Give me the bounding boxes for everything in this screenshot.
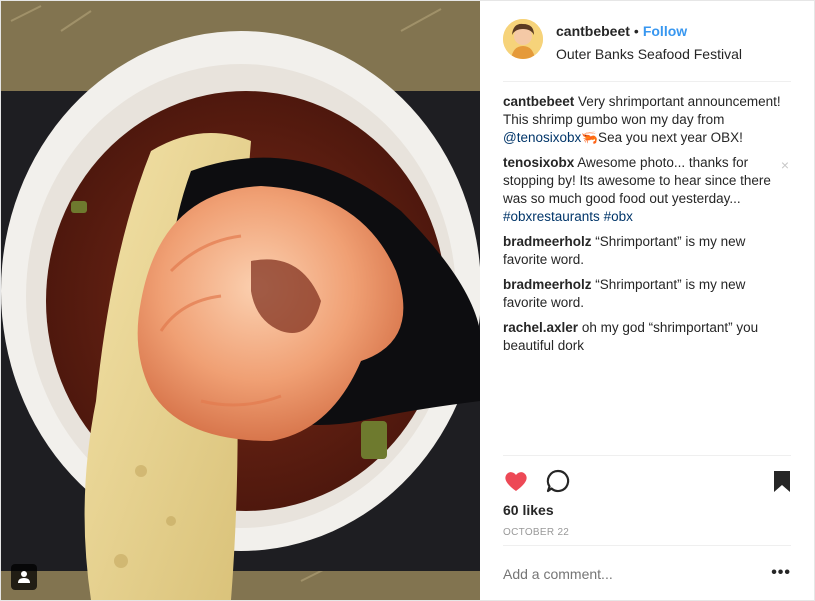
user-tag-button[interactable] <box>11 564 37 590</box>
follow-button[interactable]: Follow <box>643 23 687 39</box>
post-photo[interactable] <box>1 1 480 600</box>
comment-item: cantbebeet Very shrimportant announcemen… <box>503 93 791 147</box>
comment-icon[interactable] <box>545 468 571 494</box>
delete-comment-icon[interactable]: × <box>781 156 789 174</box>
comment-item: rachel.axler oh my god “shrimportant” yo… <box>503 319 791 355</box>
comment-item: tenosixobx Awesome photo... thanks for s… <box>503 154 791 226</box>
comment-username[interactable]: bradmeerholz <box>503 277 592 292</box>
separator-dot: • <box>633 23 639 39</box>
heart-icon[interactable] <box>503 468 529 494</box>
comment-username[interactable]: bradmeerholz <box>503 234 592 249</box>
comment-item: bradmeerholz “Shrimportant” is my new fa… <box>503 276 791 312</box>
post-actions: 60 likes OCTOBER 22 <box>503 455 791 546</box>
hashtag-link[interactable]: #obxrestaurants <box>503 209 600 224</box>
post-location[interactable]: Outer Banks Seafood Festival <box>556 46 742 62</box>
add-comment-bar: ••• <box>503 545 791 600</box>
shrimp-gumbo-photo <box>1 1 480 600</box>
comment-username[interactable]: rachel.axler <box>503 320 578 335</box>
user-tag-icon <box>18 571 30 583</box>
post-header: cantbebeet • Follow Outer Banks Seafood Fe… <box>503 19 791 82</box>
comment-item: bradmeerholz “Shrimportant” is my new fa… <box>503 233 791 269</box>
comment-username[interactable]: tenosixobx <box>503 155 574 170</box>
hashtag-link[interactable]: #obx <box>604 209 633 224</box>
comments-list: cantbebeet Very shrimportant announcemen… <box>503 93 791 362</box>
mention-link[interactable]: @tenosixobx <box>503 130 581 145</box>
comment-text: 🦐Sea you next year OBX! <box>581 130 743 145</box>
post-date[interactable]: OCTOBER 22 <box>503 527 569 538</box>
post-modal: cantbebeet • Follow Outer Banks Seafood Fe… <box>0 0 815 601</box>
post-username[interactable]: cantbebeet <box>556 23 630 39</box>
likes-count[interactable]: 60 likes <box>503 502 554 518</box>
add-comment-input[interactable] <box>503 566 743 582</box>
post-side-panel: cantbebeet • Follow Outer Banks Seafood Fe… <box>481 1 814 600</box>
avatar-image <box>503 19 543 59</box>
avatar[interactable] <box>503 19 543 59</box>
bookmark-icon[interactable] <box>769 468 795 494</box>
more-options-button[interactable]: ••• <box>771 564 791 582</box>
comment-username[interactable]: cantbebeet <box>503 94 574 109</box>
